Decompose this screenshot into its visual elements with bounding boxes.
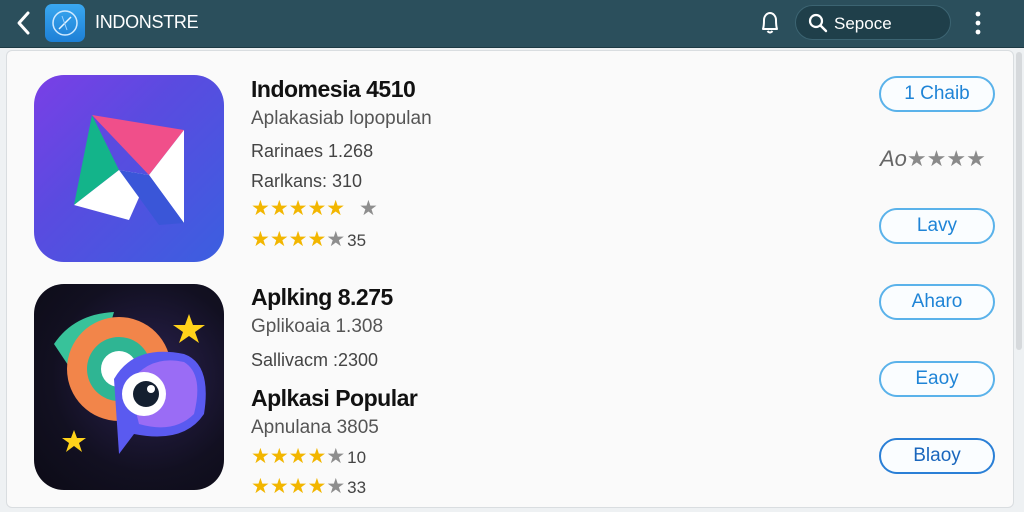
action-button-4[interactable]: Eaoy xyxy=(879,361,995,397)
stars-filled: ★★★★ xyxy=(251,228,327,251)
app-title-3[interactable]: Aplkasi Popular xyxy=(251,385,418,412)
stars-filled: ★★★★ xyxy=(251,475,327,498)
stars-empty: ★ xyxy=(326,475,346,498)
search-icon xyxy=(808,13,828,33)
app-downloads-1: Rarinaes 1.268 xyxy=(251,141,374,161)
stars-filled: ★★★★★ xyxy=(251,197,346,220)
stars-empty: ★ xyxy=(326,228,346,251)
top-app-bar: INDONSTRE Sepoce xyxy=(0,0,1024,48)
app-subtitle-3: Apnulana 3805 xyxy=(251,417,379,438)
stars-filled: ★★★★ xyxy=(251,445,327,468)
app-downloads-2: Sallivacm :2300 xyxy=(251,350,379,370)
side-rating: Ao★★★★ xyxy=(880,146,986,172)
star-rating-2b: ★★★★★ 33 xyxy=(251,476,366,499)
app-icon-indomesia[interactable] xyxy=(34,75,224,262)
app-icon-aplking[interactable] xyxy=(34,284,224,490)
rating-count: 35 xyxy=(347,231,367,250)
star-rating-1a: ★★★★★ ★ xyxy=(251,198,378,220)
star-rating-1b: ★★★★★ 35 xyxy=(251,229,366,252)
search-bar[interactable]: Sepoce xyxy=(795,5,951,40)
rating-stars: ★★★★ xyxy=(906,146,986,171)
action-button-5[interactable]: Blaoy xyxy=(879,438,995,474)
rating-count: 10 xyxy=(347,448,367,467)
stars-empty: ★ xyxy=(358,197,378,220)
app-subtitle-2: Gplikoaia 1.308 xyxy=(251,316,384,337)
rating-count: 33 xyxy=(347,478,367,497)
rating-label: Ao xyxy=(880,146,907,171)
app-rankings-1: Rarlkans: 310 xyxy=(251,171,363,191)
bell-icon[interactable] xyxy=(758,10,782,36)
action-button-3[interactable]: Aharo xyxy=(879,284,995,320)
app-title-1[interactable]: Indomesia 4510 xyxy=(251,76,416,103)
app-title: INDONSTRE xyxy=(95,12,199,32)
action-button-1[interactable]: 1 Chaib xyxy=(879,76,995,112)
stars-empty: ★ xyxy=(326,445,346,468)
app-subtitle-1: Aplakasiab lopopulan xyxy=(251,108,432,129)
star-rating-2a: ★★★★★ 10 xyxy=(251,446,366,469)
chevron-left-icon[interactable] xyxy=(12,9,36,37)
kebab-menu-icon[interactable] xyxy=(970,10,986,36)
action-button-2[interactable]: Lavy xyxy=(879,208,995,244)
app-title-2[interactable]: Aplking 8.275 xyxy=(251,284,393,311)
search-input[interactable]: Sepoce xyxy=(834,14,892,34)
scrollbar[interactable] xyxy=(1016,52,1022,350)
app-store-icon[interactable] xyxy=(45,4,85,42)
